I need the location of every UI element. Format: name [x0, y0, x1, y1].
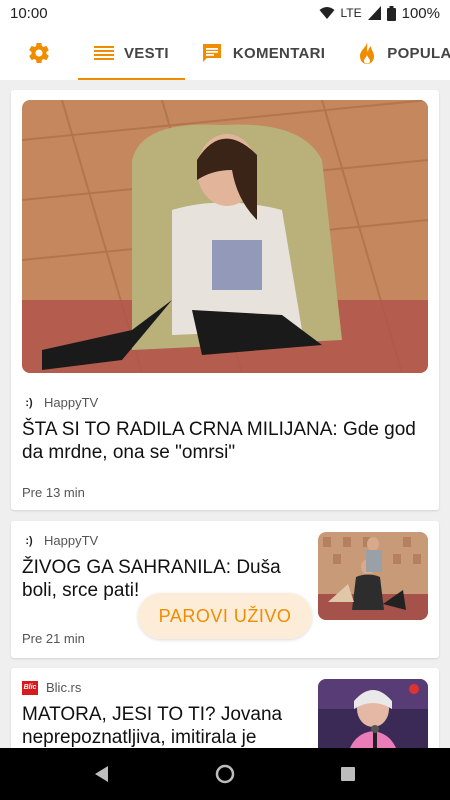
article-time: Pre 21 min	[22, 631, 85, 646]
source-name: HappyTV	[44, 533, 99, 548]
woman-in-armchair-photo	[22, 100, 428, 373]
battery-icon	[386, 5, 396, 21]
article-card[interactable]: Blic Blic.rs MATORA, JESI TO TI? Jovana …	[11, 668, 439, 748]
tab-komentari-label: KOMENTARI	[232, 44, 326, 62]
system-nav-bar	[0, 748, 450, 800]
article-time: Pre 13 min	[22, 485, 85, 500]
fire-icon	[360, 42, 375, 64]
back-button[interactable]	[82, 754, 122, 794]
recents-icon	[341, 767, 356, 781]
battery-level: 100%	[401, 4, 440, 22]
network-type: LTE	[340, 6, 362, 20]
happytv-logo: :)	[25, 534, 33, 547]
list-icon	[94, 46, 114, 60]
status-time: 10:00	[10, 4, 48, 22]
article-headline: MATORA, JESI TO TI? Jovana neprepoznatlj…	[22, 704, 283, 748]
tab-popularno-label: POPULARNO	[387, 44, 450, 62]
cell-signal-icon	[367, 6, 381, 20]
home-button[interactable]	[205, 754, 245, 794]
tab-vesti[interactable]: VESTI	[78, 26, 185, 80]
recents-button[interactable]	[328, 754, 368, 794]
tab-popularno[interactable]: POPULARNO	[341, 26, 450, 80]
settings-button[interactable]	[0, 26, 78, 80]
article-card[interactable]: :) HappyTV ŠTA SI TO RADILA CRNA MILIJAN…	[11, 90, 439, 510]
comment-icon	[202, 44, 221, 62]
news-feed[interactable]: :) HappyTV ŠTA SI TO RADILA CRNA MILIJAN…	[0, 80, 450, 748]
tab-komentari[interactable]: KOMENTARI	[185, 26, 341, 80]
tab-bar: VESTI KOMENTARI POPULARNO	[0, 26, 450, 80]
article-source: :) HappyTV	[22, 533, 98, 548]
source-name: Blic.rs	[46, 680, 82, 695]
gear-icon	[29, 43, 49, 64]
home-icon	[215, 764, 235, 784]
article-headline: ŠTA SI TO RADILA CRNA MILIJANA: Gde god …	[22, 419, 416, 463]
parovi-uzivo-button[interactable]: PAROVI UŽIVO	[138, 593, 312, 639]
blic-logo: Blic	[22, 680, 38, 695]
wifi-icon	[319, 7, 334, 19]
happytv-logo: :)	[25, 396, 33, 409]
article-source: Blic Blic.rs	[22, 680, 81, 695]
status-bar: 10:00 LTE 100%	[0, 0, 450, 26]
article-source: :) HappyTV	[22, 395, 98, 410]
source-name: HappyTV	[44, 395, 99, 410]
woman-with-microphone-thumbnail	[318, 679, 428, 748]
tab-vesti-label: VESTI	[124, 44, 169, 62]
back-icon	[94, 766, 108, 782]
status-icons: LTE 100%	[319, 4, 440, 22]
people-in-room-thumbnail	[318, 532, 428, 620]
